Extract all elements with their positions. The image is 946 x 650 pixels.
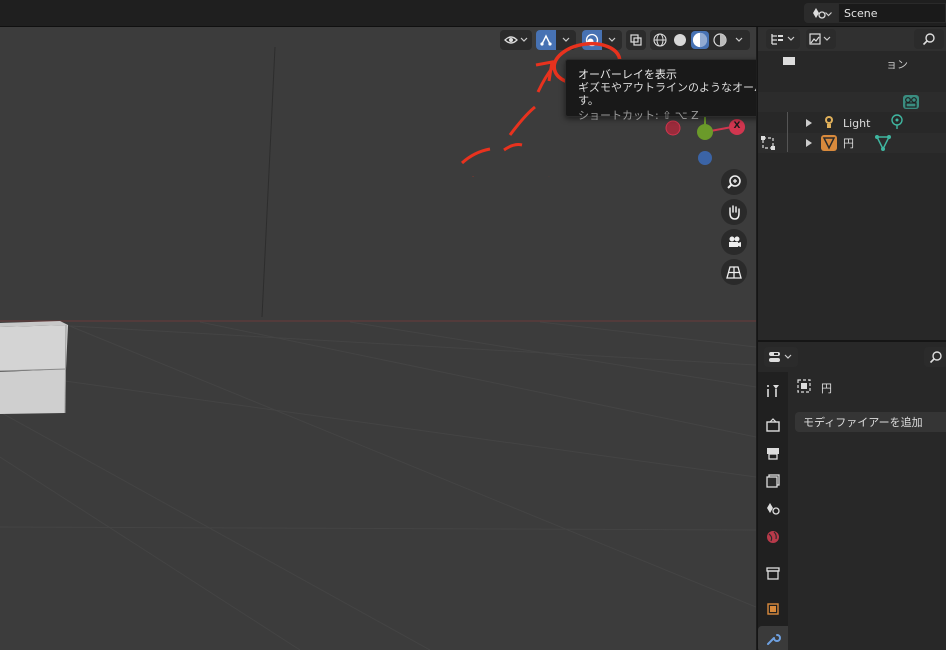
3d-viewport[interactable]: X オーバーレイを表示 ギズモやアウトラインのようなオーバーレ xyxy=(0,27,756,650)
z-axis-handle xyxy=(698,151,712,165)
tab-scene[interactable] xyxy=(760,496,786,522)
display-mode-dropdown[interactable] xyxy=(806,29,836,49)
view-layer-icon xyxy=(766,474,780,488)
properties-editor-type-button[interactable] xyxy=(764,347,798,367)
perspective-toggle-button[interactable] xyxy=(721,259,747,285)
outliner-panel: ョン Light 円 xyxy=(757,27,946,340)
collection-icon xyxy=(766,567,780,580)
light-data-icon xyxy=(891,114,903,129)
outliner-header xyxy=(758,27,946,51)
tab-collection[interactable] xyxy=(760,560,786,586)
object-origin-icon xyxy=(761,136,775,150)
scene-name-field[interactable]: Scene xyxy=(838,3,946,23)
camera-view-button[interactable] xyxy=(721,229,747,255)
camera-data-icon xyxy=(903,95,919,109)
mesh-icon xyxy=(821,135,837,151)
tool-icon xyxy=(767,385,779,397)
object-icon xyxy=(767,603,779,615)
properties-search-button[interactable] xyxy=(924,347,946,367)
chevron-down-icon[interactable] xyxy=(734,35,744,45)
zoom-view-button[interactable] xyxy=(721,169,747,195)
object-name-label: 円 xyxy=(821,382,832,395)
tab-world[interactable] xyxy=(760,524,786,550)
properties-panel: 円 モディファイアーを追加 xyxy=(757,340,946,650)
image-icon xyxy=(809,33,831,45)
pan-view-button[interactable] xyxy=(721,199,747,225)
collection-label-partial: ョン xyxy=(886,58,908,71)
collection-row[interactable]: ョン xyxy=(758,54,946,74)
grid-icon xyxy=(726,266,742,279)
properties-tab-bar xyxy=(758,372,788,650)
render-icon xyxy=(766,418,780,432)
tooltip-title: オーバーレイを表示 xyxy=(578,68,677,81)
camera-icon xyxy=(729,236,741,247)
tooltip-description: ギズモやアウトラインのようなオーバーレイを表示します。 xyxy=(578,81,756,107)
search-icon xyxy=(922,33,935,46)
properties-icon xyxy=(769,352,792,362)
object-icon xyxy=(797,379,811,393)
neg-x-axis-handle xyxy=(665,120,681,136)
zoom-icon xyxy=(727,175,741,189)
mesh-data-icon xyxy=(875,135,891,151)
scene-selector-button[interactable] xyxy=(804,3,840,23)
overlay-tooltip: オーバーレイを表示 ギズモやアウトラインのようなオーバーレイを表示します。 ショ… xyxy=(565,59,756,122)
add-modifier-button[interactable]: モディファイアーを追加 xyxy=(795,412,946,432)
wrench-icon xyxy=(767,634,781,645)
outliner-editor-type-button[interactable] xyxy=(766,29,800,49)
outliner-icon xyxy=(771,34,795,45)
material-shading-icon[interactable] xyxy=(691,31,709,49)
y-axis-handle xyxy=(697,124,713,140)
tree-line xyxy=(787,112,788,152)
solid-shading-icon[interactable] xyxy=(673,33,687,47)
tab-view-layer[interactable] xyxy=(760,468,786,494)
cube-object[interactable] xyxy=(0,317,70,417)
tab-render[interactable] xyxy=(760,412,786,438)
outliner-search-button[interactable] xyxy=(914,29,944,49)
tab-output[interactable] xyxy=(760,440,786,466)
scene-icon xyxy=(813,8,832,19)
tooltip-shortcut: ショートカット: ⇧ ⌥ Z xyxy=(578,109,699,122)
tab-object[interactable] xyxy=(760,596,786,622)
checkbox-icon xyxy=(783,57,795,65)
output-icon xyxy=(767,448,779,460)
camera-row[interactable] xyxy=(758,92,946,112)
expand-arrow-icon[interactable] xyxy=(804,138,814,148)
hand-icon xyxy=(729,205,740,220)
scene-icon xyxy=(767,503,780,515)
blender-window: Scene X オーバーレイを表示 ギズモやアウトラインのようなオー す。 ショ… xyxy=(0,0,946,650)
tab-tool[interactable] xyxy=(760,378,786,404)
wireframe-shading-icon[interactable] xyxy=(653,33,667,47)
light-icon xyxy=(825,116,833,128)
world-icon xyxy=(767,531,779,543)
outliner-item-label: 円 xyxy=(843,137,854,150)
expand-arrow-icon[interactable] xyxy=(804,118,814,128)
shading-mode-group xyxy=(650,30,750,50)
tab-modifiers[interactable] xyxy=(758,626,788,650)
top-bar: Scene xyxy=(0,0,946,27)
outliner-item-label: Light xyxy=(843,116,871,130)
search-icon xyxy=(929,351,942,364)
rendered-shading-icon[interactable] xyxy=(713,33,727,47)
